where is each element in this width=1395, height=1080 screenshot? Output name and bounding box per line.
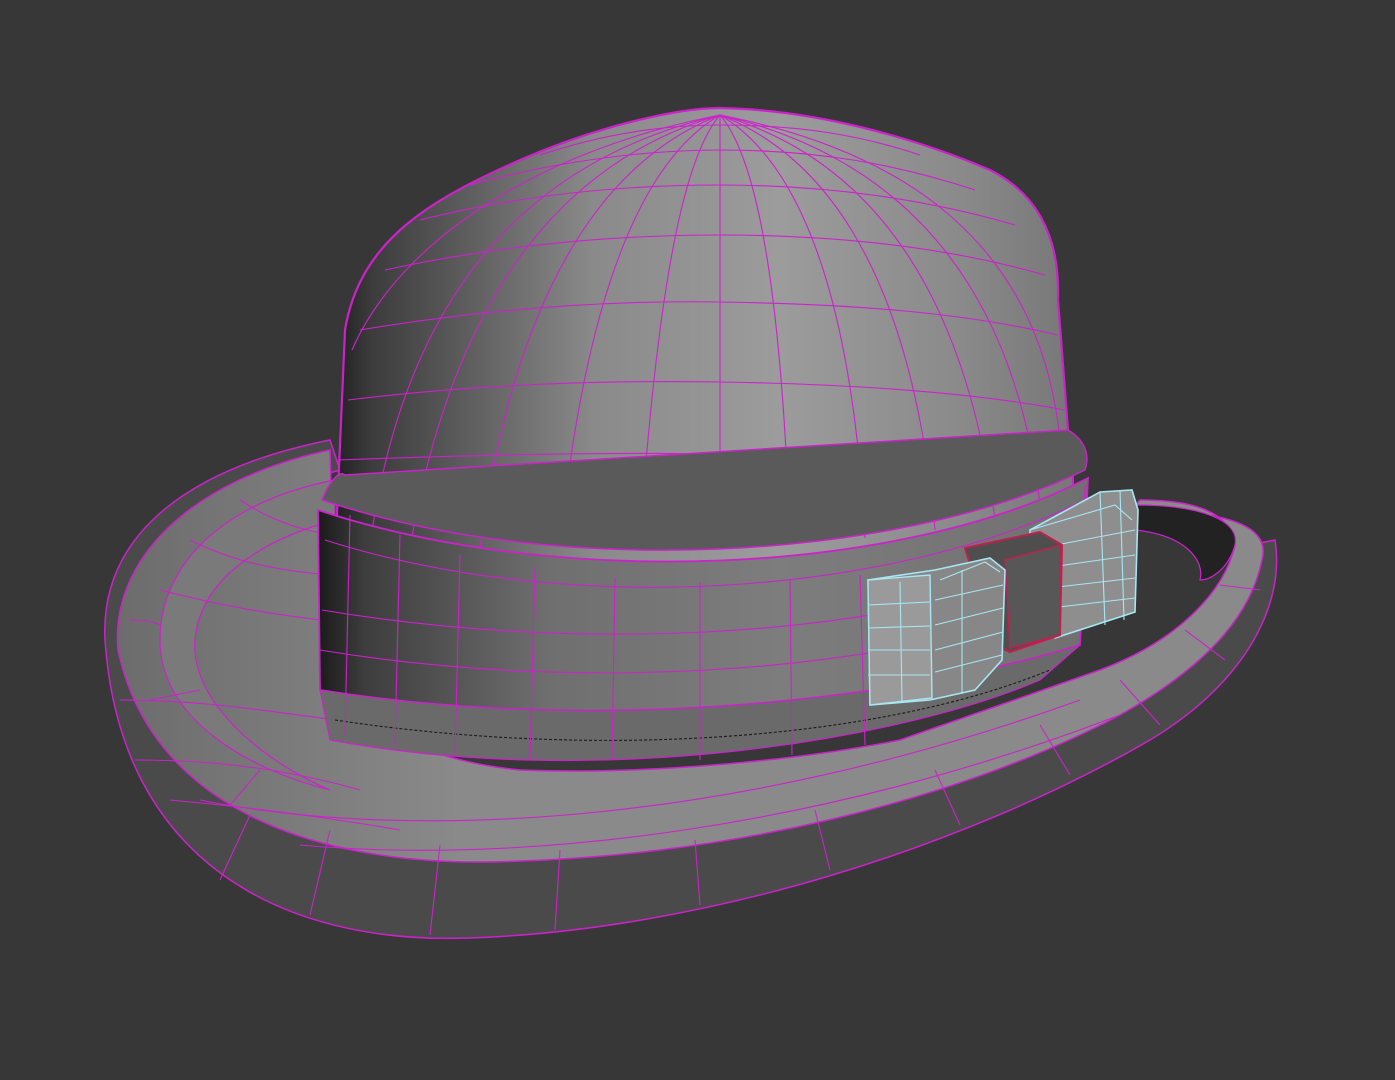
brim-inner-right bbox=[1134, 504, 1236, 581]
viewport-canvas[interactable] bbox=[0, 0, 1395, 1080]
3d-viewport[interactable] bbox=[0, 0, 1395, 1080]
bow-knot-front bbox=[1004, 544, 1061, 649]
